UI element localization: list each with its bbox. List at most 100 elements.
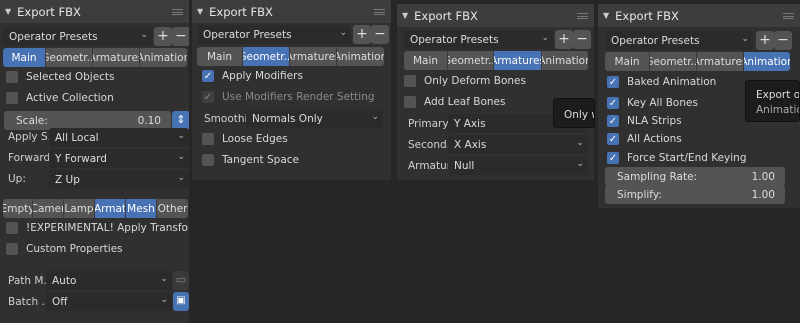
add-preset-button[interactable]: + [353,25,371,44]
armature-node-type-dropdown[interactable]: Null ⌄ [448,156,588,175]
tab-animation[interactable]: Animation [140,48,187,67]
collapse-triangle-icon[interactable]: ▼ [5,7,11,16]
checkmark-icon: ✓ [607,97,619,109]
remove-preset-button[interactable]: − [172,27,189,46]
sampling-rate-field[interactable]: Sampling Rate: 1.00 [605,167,785,186]
type-other[interactable]: Other [157,199,188,218]
add-preset-button[interactable]: + [756,31,774,50]
panel-header[interactable]: ▼ Export FBX [192,0,391,23]
tab-geometry[interactable]: Geometr... [650,52,697,71]
operator-presets-dropdown[interactable]: Operator Presets ⌄ [197,25,351,44]
collapse-triangle-icon[interactable]: ▼ [197,7,203,16]
force-start-end-keying-checkbox[interactable]: ✓ Force Start/End Keying [607,150,747,166]
tab-armatures[interactable]: Armatures [494,51,542,70]
chevron-down-icon: ⌄ [339,28,347,38]
chevron-down-icon: ⌄ [160,295,168,305]
simplify-field[interactable]: Simplify: 1.00 [605,185,785,204]
tab-bar: Main Geometr... Armatures Animation [605,52,790,71]
checkmark-icon: ✓ [202,91,214,103]
tab-armatures[interactable]: Armatures [290,47,337,66]
tab-geometry[interactable]: Geometr... [448,51,494,70]
loose-edges-checkbox[interactable]: Loose Edges [202,131,288,147]
checkbox-box [404,96,416,108]
tab-main[interactable]: Main [605,52,650,71]
path-mode-dropdown[interactable]: Auto ⌄ [46,271,172,290]
tab-main[interactable]: Main [197,47,243,66]
nla-strips-checkbox[interactable]: ✓ NLA Strips [607,113,682,129]
checkmark-icon: ✓ [202,70,214,82]
drag-grip-icon[interactable] [783,13,794,19]
tab-animation[interactable]: Animation [337,47,384,66]
panel-title: Export FBX [615,8,679,23]
chevron-down-icon: ⌄ [177,152,185,162]
tab-main[interactable]: Main [3,48,46,67]
only-deform-bones-checkbox[interactable]: Only Deform Bones [404,73,526,89]
up-dropdown[interactable]: Z Up ⌄ [49,170,189,189]
checkbox-box [404,75,416,87]
tooltip: Only wri [553,98,595,128]
tab-armatures[interactable]: Armatures [697,52,744,71]
checkbox-box [202,154,214,166]
remove-preset-button[interactable]: − [573,30,591,49]
tab-geometry[interactable]: Geometr... [243,47,290,66]
all-actions-checkbox[interactable]: ✓ All Actions [607,131,682,147]
experimental-apply-transform-checkbox[interactable]: !EXPERIMENTAL! Apply Transform [6,220,189,236]
chevron-down-icon: ⌄ [177,173,185,183]
drag-grip-icon[interactable] [577,13,588,19]
checkmark-icon: ✓ [607,76,619,88]
operator-presets-dropdown[interactable]: Operator Presets ⌄ [404,30,553,49]
remove-preset-button[interactable]: − [371,25,389,44]
add-preset-button[interactable]: + [154,27,172,46]
tab-animation[interactable]: Animation [744,52,790,71]
add-preset-button[interactable]: + [555,30,573,49]
tab-geometry[interactable]: Geometr... [46,48,93,67]
collapse-triangle-icon[interactable]: ▼ [603,11,609,20]
drag-grip-icon[interactable] [172,9,183,15]
tab-animation[interactable]: Animation [542,51,588,70]
type-armature[interactable]: Armat [95,199,126,218]
panel-main: ▼ Export FBX Operator Presets⌄ + − Main G… [0,0,189,323]
panel-title: Export FBX [209,4,273,19]
batch-own-dir-icon[interactable]: ▣ [173,292,189,311]
key-all-bones-checkbox[interactable]: ✓ Key All Bones [607,95,698,111]
drag-grip-icon[interactable] [374,9,385,15]
checkbox-box [6,222,18,234]
panel-header[interactable]: ▼ Export FBX [0,0,189,23]
checkmark-icon: ✓ [607,133,619,145]
collapse-triangle-icon[interactable]: ▼ [402,11,408,20]
panel-header[interactable]: ▼ Export FBX [397,4,594,27]
custom-properties-checkbox[interactable]: Custom Properties [6,241,123,257]
checkbox-box [6,92,18,104]
operator-presets-dropdown[interactable]: Operator Presets ⌄ [605,31,753,50]
tab-armatures[interactable]: Armatures [93,48,140,67]
checkbox-box [6,71,18,83]
tangent-space-checkbox[interactable]: Tangent Space [202,152,299,168]
remove-preset-button[interactable]: − [774,31,792,50]
type-mesh[interactable]: Mesh [126,199,157,218]
add-leaf-bones-checkbox[interactable]: Add Leaf Bones [404,94,505,110]
type-lamp[interactable]: Lamp [64,199,95,218]
panel-armatures: ▼ Export FBX Operator Presets⌄ + − Main G… [397,4,594,180]
type-empty[interactable]: Empty [3,199,33,218]
type-camera[interactable]: Camer [33,199,64,218]
secondary-bone-axis-dropdown[interactable]: X Axis ⌄ [448,135,588,154]
checkmark-icon: ✓ [607,115,619,127]
chevron-down-icon: ⌄ [177,131,185,141]
embed-textures-icon[interactable]: ▭ [173,271,189,290]
use-modifiers-render-checkbox[interactable]: ✓ Use Modifiers Render Setting [202,89,375,105]
selected-objects-checkbox[interactable]: Selected Objects [6,69,115,85]
baked-animation-checkbox[interactable]: ✓ Baked Animation [607,74,716,90]
apply-scalings-dropdown[interactable]: All Local ⌄ [49,128,189,147]
panel-header[interactable]: ▼ Export FBX [598,4,800,27]
tab-main[interactable]: Main [404,51,448,70]
smoothing-dropdown[interactable]: Normals Only ⌄ [246,109,383,128]
operator-presets-dropdown[interactable]: Operator Presets ⌄ [3,27,152,46]
active-collection-checkbox[interactable]: Active Collection [6,90,114,106]
checkbox-box [202,133,214,145]
forward-dropdown[interactable]: Y Forward ⌄ [49,149,189,168]
checkmark-icon: ✓ [607,152,619,164]
apply-modifiers-checkbox[interactable]: ✓ Apply Modifiers [202,68,303,84]
batch-mode-dropdown[interactable]: Off ⌄ [46,292,172,311]
tab-bar: Main Geometr... Armatures Animation [3,48,187,67]
forward-label: Forward: [8,152,54,164]
